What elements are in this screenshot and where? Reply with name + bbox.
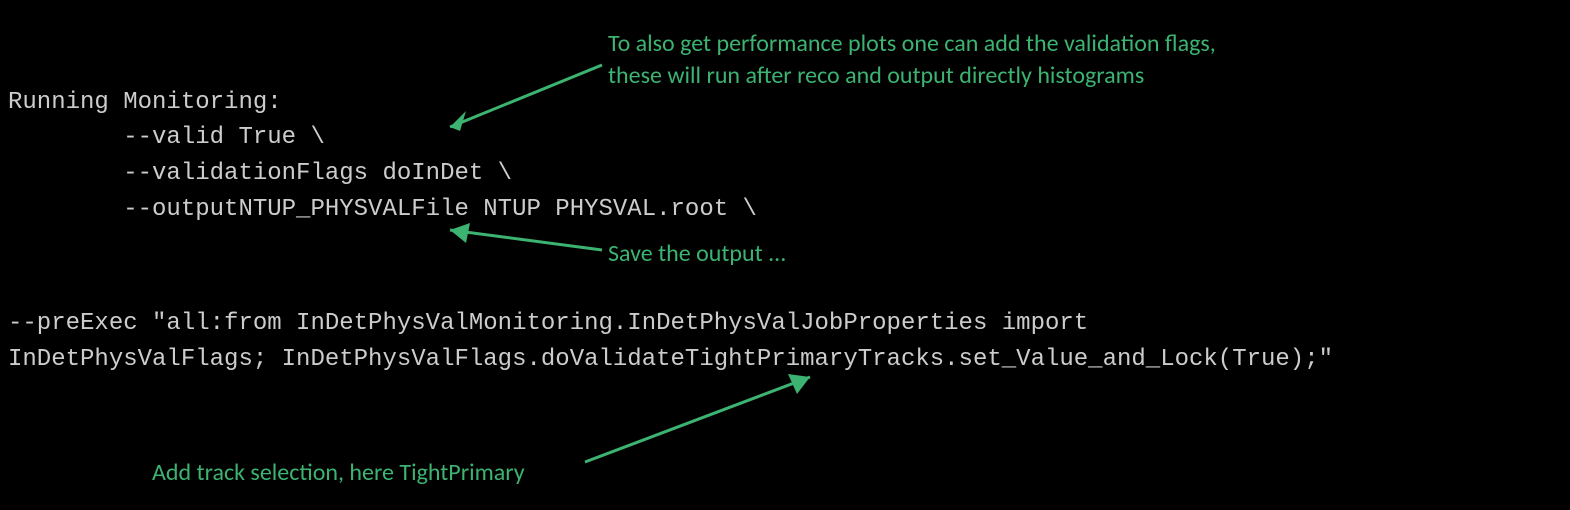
code-line-preexec1: --preExec "all:from InDetPhysValMonitori… <box>8 306 1088 342</box>
annotation-save-output: Save the output ... <box>608 238 786 269</box>
code-line-outputntup: --outputNTUP_PHYSVALFile NTUP PHYSVAL.ro… <box>8 192 757 228</box>
annotation-track-selection: Add track selection, here TightPrimary <box>152 457 525 488</box>
annotation-validation-flags-line2: these will run after reco and output dir… <box>608 60 1144 91</box>
annotation-validation-flags-line1: To also get performance plots one can ad… <box>608 28 1216 59</box>
code-line-valid: --valid True \ <box>8 120 325 156</box>
code-line-validationflags: --validationFlags doInDet \ <box>8 156 512 192</box>
arrow-icon <box>575 362 835 472</box>
code-heading: Running Monitoring: <box>8 85 282 121</box>
arrow-icon <box>430 55 610 145</box>
code-line-preexec2: InDetPhysValFlags; InDetPhysValFlags.doV… <box>8 342 1333 378</box>
